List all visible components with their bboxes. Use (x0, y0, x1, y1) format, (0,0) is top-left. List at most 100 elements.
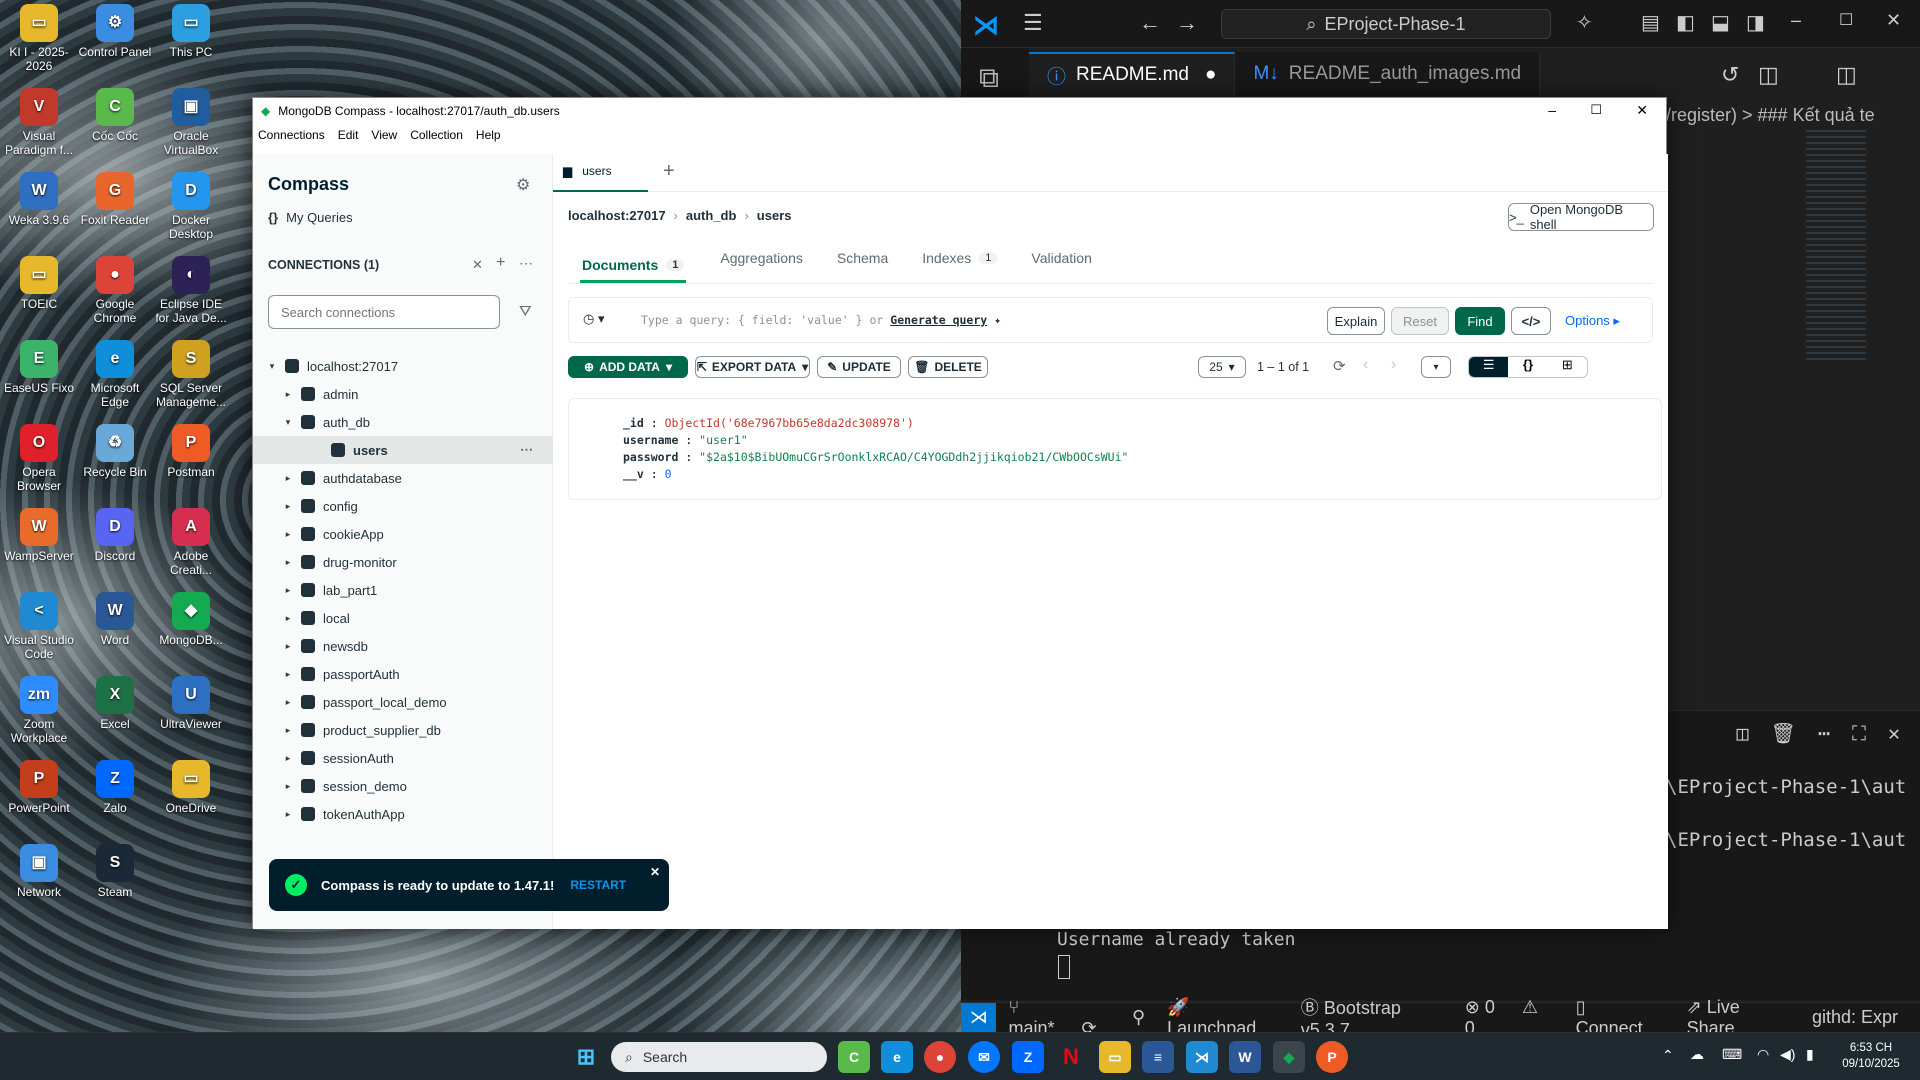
close-toast-icon[interactable]: ✕ (650, 865, 660, 879)
maximize-icon[interactable]: ☐ (1590, 102, 1602, 118)
query-input[interactable]: Type a query: { field: 'value' } or Gene… (641, 313, 1001, 327)
word-taskbar-icon[interactable]: W (1229, 1041, 1261, 1073)
caret-right-icon[interactable]: ▸ (281, 669, 295, 680)
caret-right-icon[interactable]: ▸ (281, 697, 295, 708)
search-connections-input[interactable] (268, 295, 500, 329)
desktop-icon[interactable]: ▭ This PC (153, 4, 229, 59)
tree-database[interactable]: ▸ sessionAuth (253, 744, 553, 772)
expand-options-button[interactable]: ▾ (1421, 356, 1451, 378)
battery-icon[interactable]: ▮ (1806, 1046, 1814, 1063)
tab-readme[interactable]: ⓘ README.md ● (1029, 52, 1236, 96)
maximize-panel-icon[interactable]: ⛶ (1852, 721, 1866, 745)
tree-connection[interactable]: ▾ localhost:27017 (253, 352, 553, 380)
desktop-icon[interactable]: ◆ MongoDB... (153, 592, 229, 647)
explain-button[interactable]: Explain (1327, 307, 1385, 335)
desktop-icon[interactable]: zm Zoom Workplace (1, 676, 77, 745)
options-toggle[interactable]: Options ▸ (1565, 313, 1620, 329)
forward-icon[interactable]: → (1176, 10, 1198, 36)
postman-taskbar-icon[interactable]: P (1316, 1041, 1348, 1073)
more-options-icon[interactable]: ⋯ (519, 255, 533, 272)
minimize-icon[interactable]: – (1548, 102, 1556, 118)
wifi-icon[interactable]: ◠ (1757, 1046, 1769, 1063)
timeline-icon[interactable]: ↺ (1721, 62, 1739, 88)
desktop-icon[interactable]: S Steam (77, 844, 153, 899)
desktop-icon[interactable]: S SQL Server Manageme... (153, 340, 229, 409)
split-terminal-icon[interactable]: ◫ (1736, 721, 1748, 745)
desktop-icon[interactable]: ◐ Eclipse IDE for Java De... (153, 256, 229, 325)
desktop-icon[interactable]: W WampServer (1, 508, 77, 563)
caret-right-icon[interactable]: ▸ (281, 501, 295, 512)
prev-page-icon[interactable]: ‹ (1363, 356, 1368, 374)
taskbar-search[interactable]: ⌕ Search (611, 1042, 827, 1072)
command-center[interactable]: ⌕ EProject-Phase-1 (1221, 9, 1551, 39)
new-tab-icon[interactable]: + (663, 160, 675, 183)
desktop-icon[interactable]: V Visual Paradigm f... (1, 88, 77, 157)
tree-database[interactable]: ▸ product_supplier_db (253, 716, 553, 744)
coccoc-taskbar-icon[interactable]: C (838, 1041, 870, 1073)
caret-right-icon[interactable]: ▸ (281, 781, 295, 792)
explorer-icon[interactable]: ⧉ (979, 62, 999, 95)
notes-taskbar-icon[interactable]: ≡ (1142, 1041, 1174, 1073)
tree-database[interactable]: ▸ drug-monitor (253, 548, 553, 576)
volume-icon[interactable]: ◀) (1780, 1046, 1795, 1063)
tree-database[interactable]: ▸ passportAuth (253, 660, 553, 688)
tree-database[interactable]: ▸ admin (253, 380, 553, 408)
toggle-sidebar-icon[interactable]: ◧ (1676, 10, 1695, 35)
open-shell-button[interactable]: >_ Open MongoDB shell (1508, 202, 1654, 232)
open-preview-icon[interactable]: ◫ (1758, 62, 1779, 88)
add-data-button[interactable]: ⊕ ADD DATA ▾ (568, 356, 688, 378)
desktop-icon[interactable]: ▣ Oracle VirtualBox (153, 88, 229, 157)
desktop-icon[interactable]: P PowerPoint (1, 760, 77, 815)
caret-right-icon[interactable]: ▸ (281, 753, 295, 764)
caret-right-icon[interactable]: ▸ (281, 613, 295, 624)
edge-taskbar-icon[interactable]: e (881, 1041, 913, 1073)
tree-database[interactable]: ▸ session_demo (253, 772, 553, 800)
desktop-icon[interactable]: E EaseUS Fixo (1, 340, 77, 395)
desktop-icon[interactable]: ▣ Network (1, 844, 77, 899)
desktop-icon[interactable]: ▭ KI I - 2025-2026 (1, 4, 77, 73)
tab-indexes[interactable]: Indexes 1 (922, 250, 998, 266)
collapse-all-icon[interactable]: ✕ (472, 257, 483, 273)
caret-down-icon[interactable]: ▾ (281, 417, 295, 428)
tab-validation[interactable]: Validation (1031, 250, 1091, 266)
explorer-taskbar-icon[interactable]: ▭ (1099, 1041, 1131, 1073)
remote-icon[interactable]: ⋊ (961, 1002, 997, 1033)
caret-right-icon[interactable]: ▸ (281, 473, 295, 484)
menu-view[interactable]: View (371, 128, 397, 142)
desktop-icon[interactable]: ♻ Recycle Bin (77, 424, 153, 479)
delete-button[interactable]: 🗑 DELETE (908, 356, 988, 378)
trash-icon[interactable]: 🗑 (1771, 721, 1796, 745)
settings-gear-icon[interactable]: ⚙ (516, 175, 530, 195)
tree-database[interactable]: ▸ cookieApp (253, 520, 553, 548)
filter-icon[interactable]: ⛛ (519, 303, 532, 320)
layout-icon[interactable]: ▤ (1641, 10, 1660, 35)
close-panel-icon[interactable]: ✕ (1888, 721, 1900, 745)
menu-help[interactable]: Help (476, 128, 501, 142)
export-data-button[interactable]: ⇱ EXPORT DATA ▾ (695, 356, 810, 378)
tree-database[interactable]: ▸ lab_part1 (253, 576, 553, 604)
desktop-icon[interactable]: P Postman (153, 424, 229, 479)
desktop-icon[interactable]: A Adobe Creati... (153, 508, 229, 577)
tab-aggregations[interactable]: Aggregations (720, 250, 803, 266)
desktop-icon[interactable]: ⚙ Control Panel (77, 4, 153, 59)
caret-right-icon[interactable]: ▸ (281, 557, 295, 568)
editor-breadcrumb[interactable]: /register) > ### Kết quả te (1666, 105, 1875, 126)
caret-right-icon[interactable]: ▸ (281, 809, 295, 820)
menu-edit[interactable]: Edit (338, 128, 359, 142)
desktop-icon[interactable]: Z Zalo (77, 760, 153, 815)
tab-readme-auth-images[interactable]: M↓ README_auth_images.md (1235, 52, 1541, 96)
compass-taskbar-icon[interactable]: ◆ (1273, 1041, 1305, 1073)
git-graph-icon[interactable]: ⚲ (1132, 1007, 1145, 1028)
zalo-taskbar-icon[interactable]: Z (1012, 1041, 1044, 1073)
desktop-icon[interactable]: W Weka 3.9.6 (1, 172, 77, 227)
menu-icon[interactable]: ☰ (1023, 10, 1043, 36)
netflix-taskbar-icon[interactable]: N (1055, 1041, 1087, 1073)
tree-database[interactable]: ▾ auth_db (253, 408, 553, 436)
maximize-icon[interactable]: ☐ (1839, 10, 1853, 30)
tab-documents[interactable]: Documents 1 (580, 250, 687, 283)
desktop-icon[interactable]: C Cốc Cốc (77, 88, 153, 143)
desktop-icon[interactable]: e Microsoft Edge (77, 340, 153, 409)
desktop-icon[interactable]: ▭ OneDrive (153, 760, 229, 815)
restart-button[interactable]: RESTART (570, 878, 626, 892)
code-view-button[interactable]: </> (1511, 307, 1551, 335)
